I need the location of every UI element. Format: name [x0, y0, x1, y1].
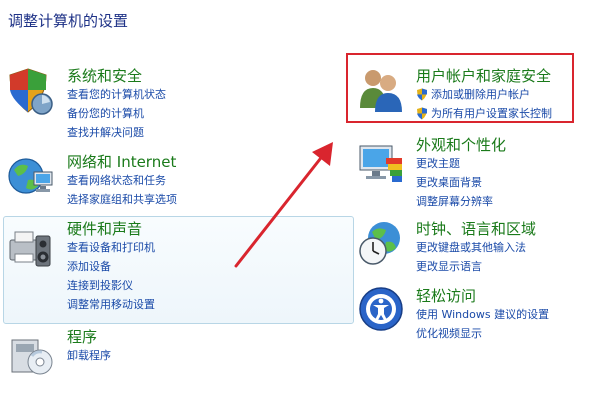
annotation-arrow	[234, 142, 333, 268]
